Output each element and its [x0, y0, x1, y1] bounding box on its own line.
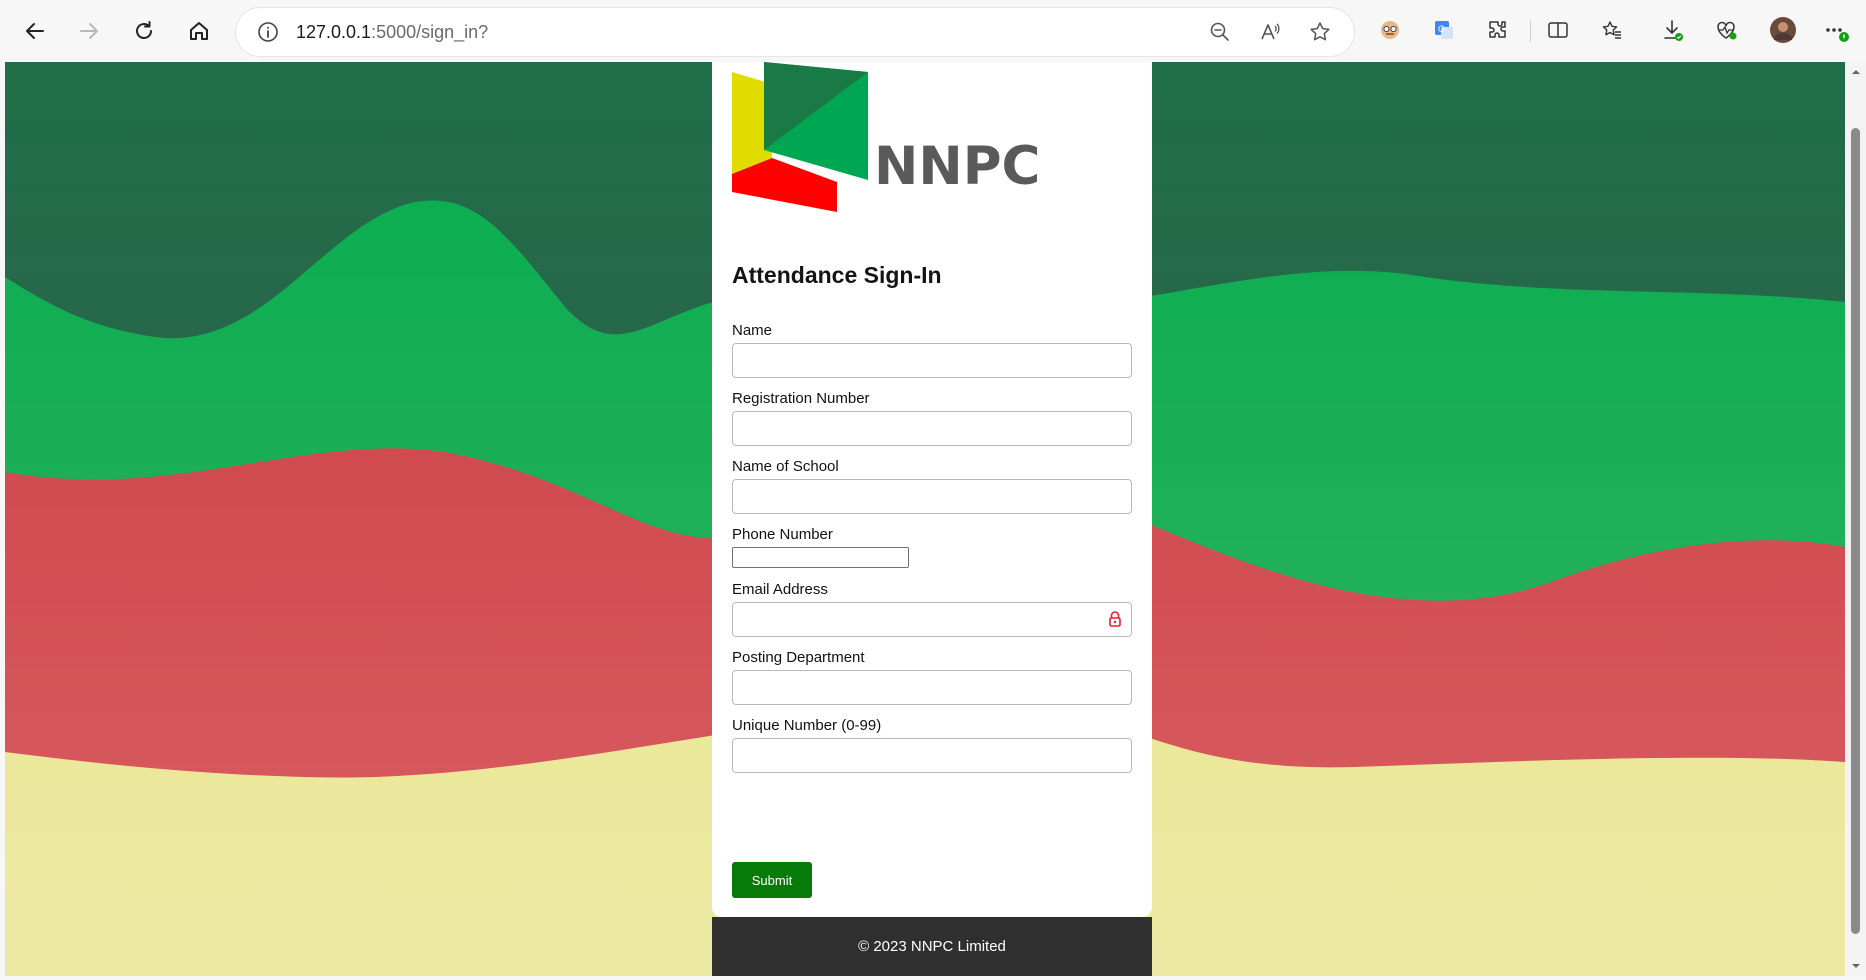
extension-face-icon[interactable] — [1376, 16, 1404, 44]
star-icon[interactable] — [1308, 20, 1332, 44]
email-address-label: Email Address — [732, 581, 828, 598]
scroll-up-arrow-icon[interactable] — [1850, 66, 1862, 78]
nnpc-logo: NNPC — [732, 62, 1040, 212]
toolbar-divider — [1530, 20, 1531, 42]
translate-extension-icon[interactable]: G — [1430, 16, 1458, 44]
browser-toolbar: 127.0.0.1:5000/sign_in? G — [0, 0, 1866, 62]
extensions-puzzle-icon[interactable] — [1484, 16, 1512, 44]
more-menu-icon[interactable] — [1822, 16, 1850, 44]
profile-avatar[interactable] — [1769, 16, 1797, 44]
password-lock-icon[interactable] — [1108, 610, 1122, 628]
scrollbar-thumb[interactable] — [1851, 128, 1860, 934]
submit-button[interactable]: Submit — [732, 862, 812, 898]
email-address-input[interactable] — [732, 602, 1132, 637]
footer-copyright: © 2023 NNPC Limited — [858, 938, 1006, 955]
registration-number-label: Registration Number — [732, 390, 870, 407]
form-title: Attendance Sign-In — [732, 262, 942, 288]
phone-number-label: Phone Number — [732, 526, 833, 543]
svg-text:G: G — [1438, 24, 1445, 34]
url-text[interactable]: 127.0.0.1:5000/sign_in? — [296, 22, 488, 43]
posting-department-label: Posting Department — [732, 649, 865, 666]
unique-number-label: Unique Number (0-99) — [732, 717, 882, 734]
home-icon[interactable] — [180, 12, 218, 50]
posting-department-input[interactable] — [732, 670, 1132, 705]
unique-number-input[interactable] — [732, 738, 1132, 773]
url-path: :5000/sign_in? — [371, 22, 489, 42]
vertical-scrollbar[interactable] — [1846, 62, 1866, 976]
favorites-icon[interactable] — [1598, 16, 1626, 44]
name-input[interactable] — [732, 343, 1132, 378]
zoom-out-icon[interactable] — [1208, 20, 1232, 44]
logo-text: NNPC — [874, 136, 1040, 197]
address-bar[interactable]: 127.0.0.1:5000/sign_in? — [236, 8, 1354, 56]
school-name-input[interactable] — [732, 479, 1132, 514]
forward-arrow-icon[interactable] — [70, 12, 108, 50]
read-aloud-icon[interactable] — [1258, 20, 1282, 44]
back-arrow-icon[interactable] — [16, 12, 54, 50]
sign-in-card: NNPC Attendance Sign-In Name Registratio… — [712, 62, 1152, 917]
scroll-down-arrow-icon[interactable] — [1850, 960, 1862, 972]
phone-number-input[interactable] — [732, 547, 909, 568]
page-footer: © 2023 NNPC Limited — [712, 917, 1152, 976]
info-icon[interactable] — [256, 20, 280, 44]
performance-icon[interactable] — [1712, 16, 1740, 44]
school-name-label: Name of School — [732, 458, 839, 475]
url-host: 127.0.0.1 — [296, 22, 372, 42]
refresh-icon[interactable] — [125, 12, 163, 50]
split-screen-icon[interactable] — [1544, 16, 1572, 44]
registration-number-input[interactable] — [732, 411, 1132, 446]
page-viewport: NNPC Attendance Sign-In Name Registratio… — [5, 62, 1845, 976]
name-label: Name — [732, 322, 773, 339]
downloads-icon[interactable] — [1658, 16, 1686, 44]
